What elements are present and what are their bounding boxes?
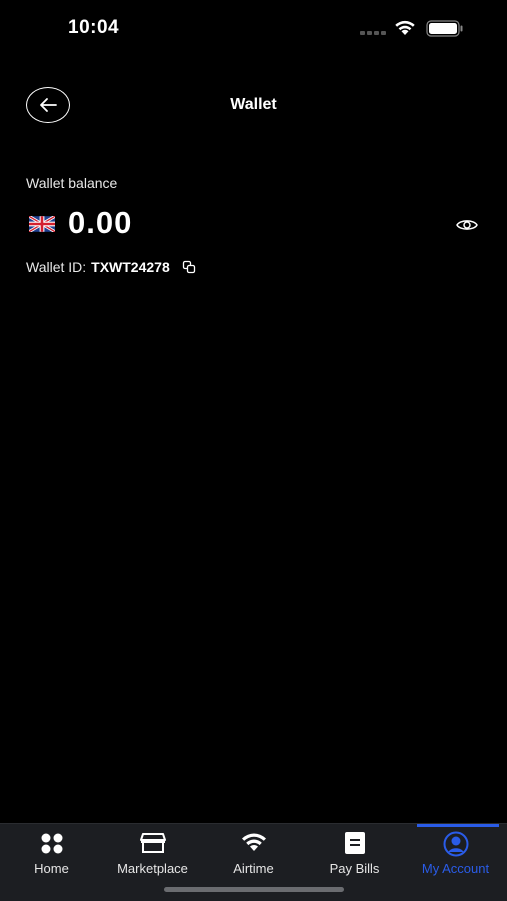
- status-bar: 10:04: [0, 0, 507, 56]
- tab-label-marketplace: Marketplace: [117, 861, 188, 876]
- copy-icon[interactable]: [182, 260, 196, 274]
- tab-label-home: Home: [34, 861, 69, 876]
- tab-home[interactable]: Home: [1, 824, 102, 884]
- tab-label-airtime: Airtime: [233, 861, 274, 876]
- home-indicator: [164, 887, 344, 892]
- wallet-id-label: Wallet ID:: [26, 259, 87, 275]
- battery-icon: [426, 20, 463, 37]
- status-time: 10:04: [68, 17, 120, 38]
- tab-airtime[interactable]: Airtime: [203, 824, 304, 884]
- wifi-icon: [241, 833, 266, 851]
- balance-amount: 0.00: [68, 205, 133, 240]
- page-title: Wallet: [230, 96, 277, 113]
- wallet-id-row: Wallet ID: TXWT24278: [26, 259, 196, 275]
- tab-label-pay-bills: Pay Bills: [329, 861, 380, 876]
- balance-label: Wallet balance: [26, 175, 118, 191]
- wallet-id-value: TXWT24278: [91, 259, 170, 275]
- document-icon: [344, 832, 365, 854]
- eye-icon[interactable]: [455, 216, 479, 234]
- user-icon: [443, 831, 468, 857]
- signal-icon: [360, 31, 386, 35]
- storefront-icon: [139, 833, 166, 853]
- wifi-icon: [395, 20, 415, 35]
- tab-my-account[interactable]: My Account: [405, 824, 506, 884]
- home-grid-icon: [41, 833, 62, 854]
- tab-pay-bills[interactable]: Pay Bills: [304, 824, 405, 884]
- uk-flag-icon: [29, 216, 55, 232]
- tab-label-my-account: My Account: [421, 861, 490, 876]
- tab-marketplace[interactable]: Marketplace: [102, 824, 203, 884]
